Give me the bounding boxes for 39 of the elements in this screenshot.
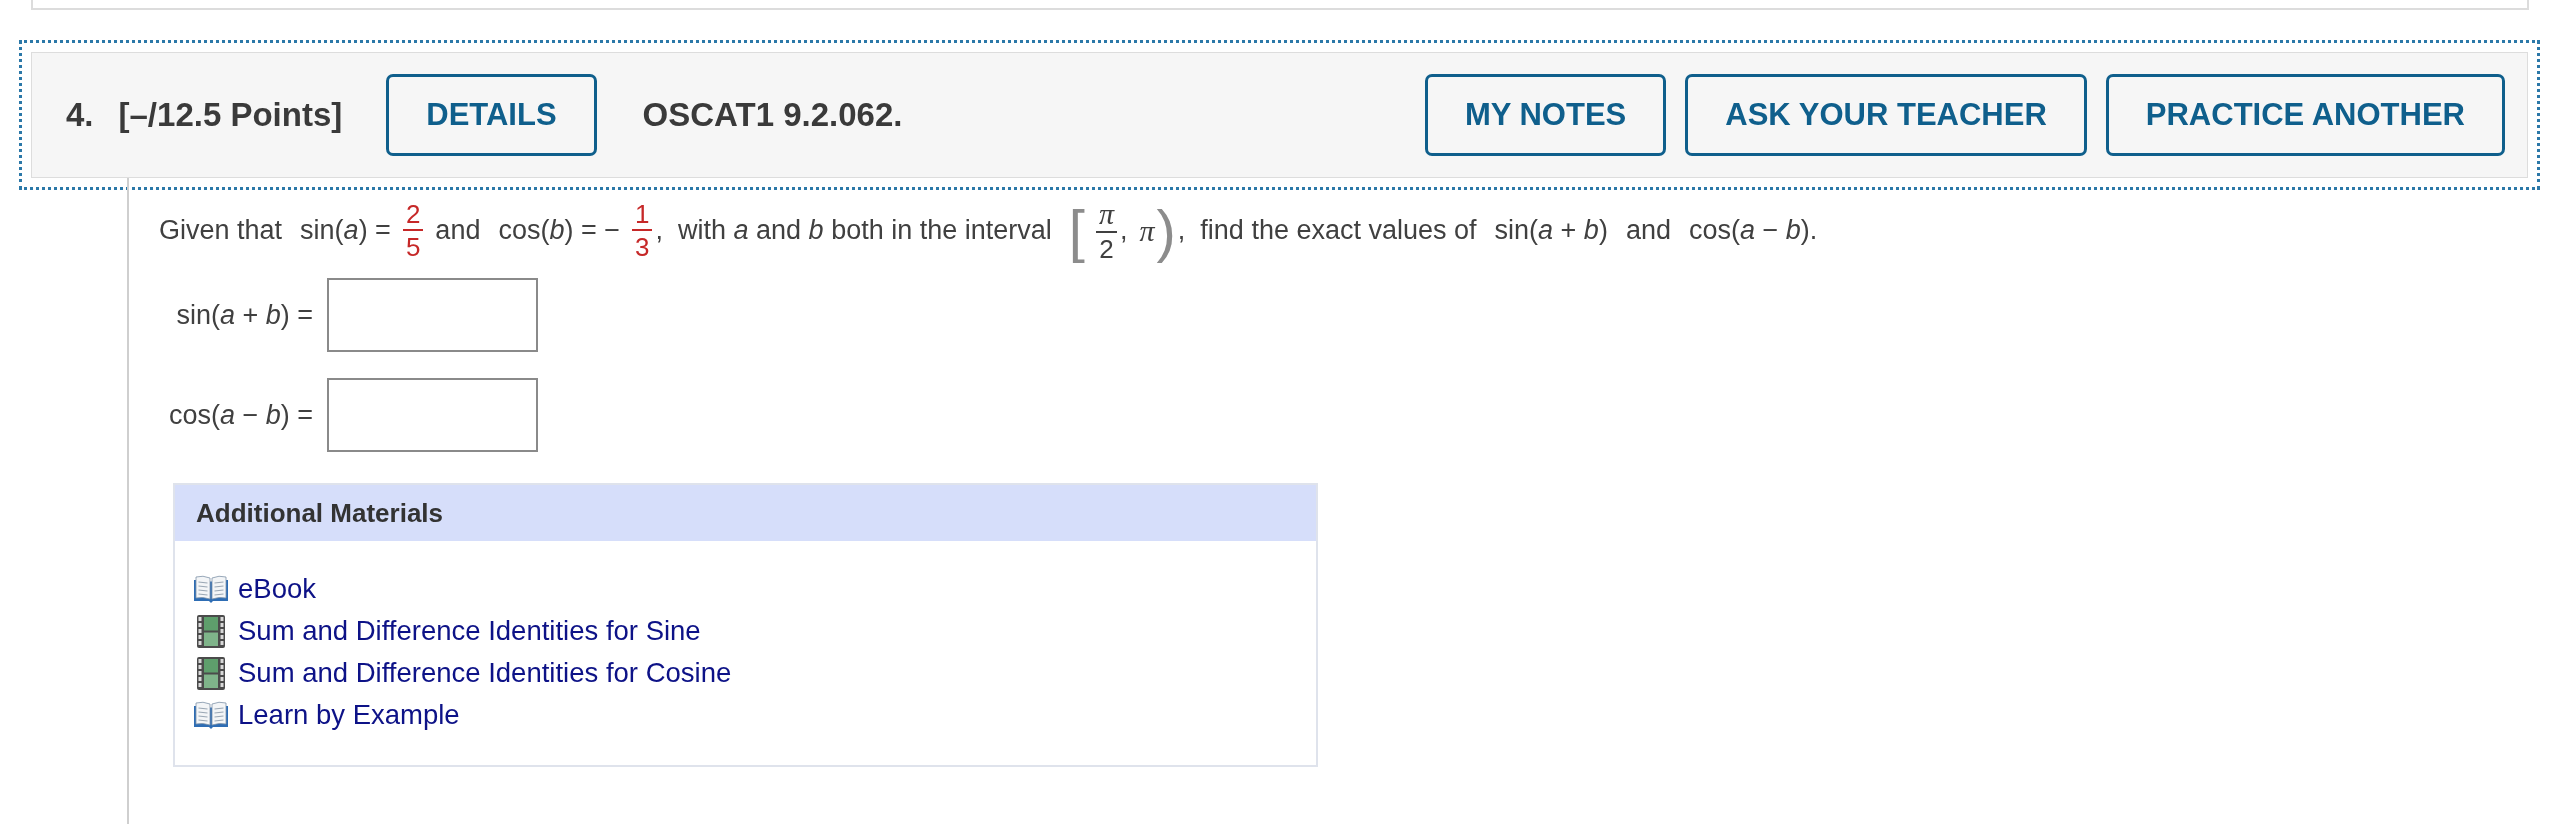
fraction-denominator: 2 [1098, 233, 1115, 262]
answer-label: sin(a + b) = [176, 299, 314, 331]
prompt-text: and [1625, 215, 1671, 246]
prompt-text: and [435, 215, 481, 246]
points-text: [–/12.5 Points] [118, 96, 343, 134]
fraction-denominator: 5 [404, 231, 422, 260]
material-link[interactable]: eBook [194, 568, 316, 610]
prompt-text: sin(a) = [300, 215, 391, 246]
question-number: 4. [66, 96, 94, 134]
answer-field[interactable] [327, 278, 539, 352]
prompt-text: cos(a − b). [1688, 215, 1818, 246]
action-button[interactable]: PRACTICE ANOTHER [2105, 74, 2505, 156]
problem-code: OSCAT1 9.2.062. [642, 96, 903, 134]
fraction-numerator: π [1095, 199, 1117, 233]
book-icon [194, 575, 228, 603]
prompt-text: with a and b both in the interval [678, 215, 1052, 246]
prompt-text: find the exact values of [1200, 215, 1477, 246]
materials-header: Additional Materials [175, 485, 1316, 541]
comma-text: , [1177, 215, 1186, 246]
film-icon [197, 614, 225, 648]
answer-label: cos(a − b) = [169, 399, 314, 431]
action-button[interactable]: ASK YOUR TEACHER [1685, 74, 2087, 156]
fraction-numerator: 1 [632, 201, 653, 231]
comma-text: , [1119, 215, 1128, 246]
material-link[interactable]: Sum and Difference Identities for Cosine [194, 652, 732, 694]
comma-text: , [655, 215, 663, 246]
fraction-numerator: 2 [402, 201, 424, 231]
prompt-text: cos(b) = − [498, 215, 620, 246]
book-icon [194, 701, 228, 729]
prompt-text: sin(a + b) [1494, 215, 1608, 246]
material-link[interactable]: Learn by Example [194, 694, 460, 736]
action-button[interactable]: MY NOTES [1424, 74, 1667, 156]
details-button[interactable]: DETAILS [386, 74, 597, 156]
film-icon [197, 656, 225, 690]
fraction-denominator: 3 [634, 231, 651, 260]
pi-symbol: π [1139, 213, 1155, 248]
prompt-text: Given that [159, 215, 283, 246]
material-link[interactable]: Sum and Difference Identities for Sine [194, 610, 701, 652]
answer-field[interactable] [327, 378, 539, 452]
